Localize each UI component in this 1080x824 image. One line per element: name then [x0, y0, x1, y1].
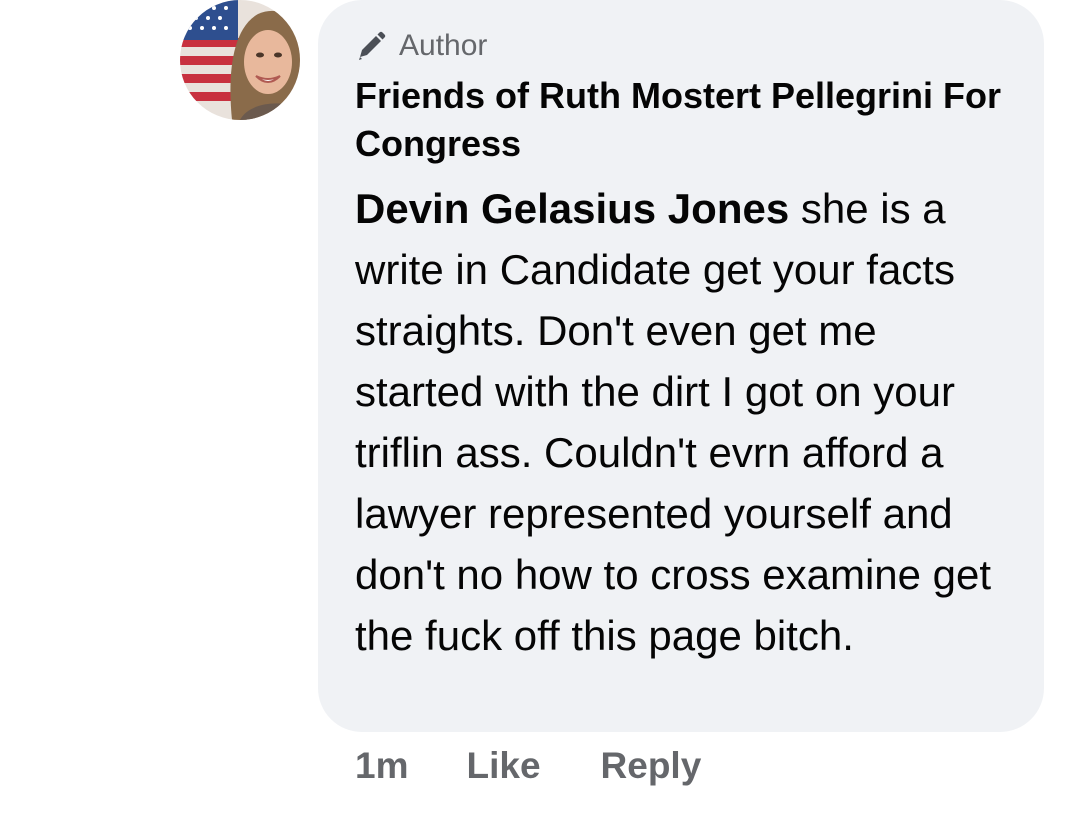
like-button[interactable]: Like	[466, 745, 540, 787]
reply-button[interactable]: Reply	[601, 745, 702, 787]
comment-thread: Author Friends of Ruth Mostert Pellegrin…	[0, 0, 1080, 824]
avatar[interactable]	[180, 0, 300, 120]
timestamp[interactable]: 1m	[355, 745, 408, 787]
author-badge-label: Author	[399, 29, 488, 62]
author-badge: Author	[355, 26, 1014, 66]
comment-bubble: Author Friends of Ruth Mostert Pellegrin…	[318, 0, 1044, 732]
commenter-name[interactable]: Friends of Ruth Mostert Pellegrini For C…	[355, 72, 1015, 168]
comment-text: Devin Gelasius Jones she is a write in C…	[355, 178, 1015, 666]
comment-actions: 1m Like Reply	[355, 740, 701, 792]
comment-body-text: she is a write in Candidate get your fac…	[355, 185, 992, 659]
profile-photo	[180, 0, 300, 120]
mention-link[interactable]: Devin Gelasius Jones	[355, 185, 789, 232]
pencil-icon	[355, 30, 387, 62]
